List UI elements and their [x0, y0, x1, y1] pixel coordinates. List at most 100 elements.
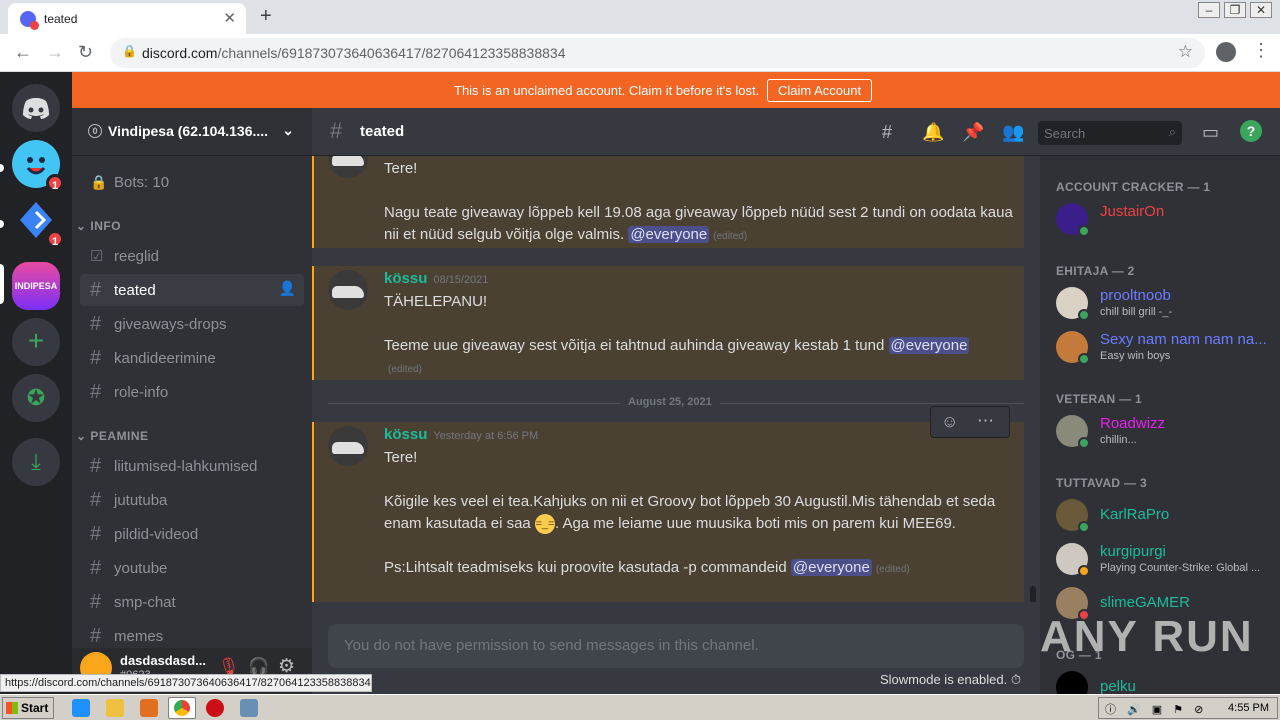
channel-label: teated — [114, 282, 156, 299]
message-item[interactable]: kössu Yesterday at 6:56 PM Tere! Kõigile … — [312, 406, 1024, 602]
channel-teated[interactable]: # teated 👤 — [80, 274, 304, 306]
restore-button[interactable]: ❐ — [1224, 2, 1246, 18]
download-apps-icon[interactable]: ⤓ — [12, 438, 60, 486]
explore-compass-icon[interactable]: ✪ — [12, 374, 60, 422]
help-icon[interactable]: ? — [1240, 120, 1262, 142]
server-header[interactable]: 0 Vindipesa (62.104.136.... ⌄ — [72, 108, 312, 156]
server-rail: 1 1 INDIPESA + ✪ ⤓ — [0, 72, 72, 694]
minimize-button[interactable]: – — [1198, 2, 1220, 18]
member-name: prooltnoob — [1100, 287, 1171, 304]
member-item[interactable]: KarlRaPro — [1048, 494, 1272, 536]
profile-avatar-icon[interactable] — [1216, 42, 1236, 62]
member-item[interactable]: kurgipurgi Playing Counter-Strike: Global… — [1048, 538, 1272, 580]
address-bar: ← → ↻ 🔒 discord.com/channels/69187307364… — [0, 34, 1280, 72]
member-item[interactable]: Roadwizz chillin... — [1048, 410, 1272, 452]
bookmark-star-icon[interactable]: ☆ — [1178, 42, 1193, 62]
pinned-messages-icon[interactable]: 📌 — [962, 122, 984, 143]
member-list-icon[interactable]: 👥 — [1002, 122, 1024, 143]
reload-icon[interactable]: ↻ — [78, 42, 93, 63]
category-info[interactable]: ⌄ INFO — [76, 219, 121, 233]
close-tab-icon[interactable]: ✕ — [223, 9, 236, 27]
channel-pildid-videod[interactable]: # pildid-videod — [80, 518, 304, 550]
start-button[interactable]: Start — [2, 697, 54, 719]
message-text: TÄHELEPANU! — [384, 293, 488, 310]
claim-account-button[interactable]: Claim Account — [767, 79, 873, 102]
member-name: pelku — [1100, 678, 1136, 694]
threads-icon[interactable]: # — [882, 122, 892, 143]
everyone-mention[interactable]: @everyone — [628, 226, 710, 243]
channel-smp-chat[interactable]: # smp-chat — [80, 586, 304, 618]
server-diamond-icon[interactable]: 1 — [12, 196, 64, 248]
scrollbar-thumb[interactable] — [1030, 586, 1036, 602]
message-composer[interactable]: You do not have permission to send messa… — [328, 624, 1024, 668]
more-options-icon[interactable]: ⋯ — [977, 411, 994, 431]
search-input[interactable]: Search ⌕ — [1038, 121, 1182, 145]
message-item[interactable]: Tere! Nagu teate giveaway lõppeb kell 19… — [312, 156, 1024, 248]
channel-role-info[interactable]: # role-info — [80, 376, 304, 408]
inbox-icon[interactable]: ▭ — [1202, 122, 1219, 143]
url-input[interactable]: 🔒 discord.com/channels/69187307364063641… — [110, 38, 1205, 68]
lock-icon: 🔒 — [122, 44, 137, 58]
avatar[interactable] — [328, 156, 368, 178]
member-category: TUTTAVAD — 3 — [1056, 476, 1147, 490]
channel-reeglid[interactable]: ☑ reeglid — [80, 240, 304, 272]
invite-member-icon[interactable]: 👤 — [279, 280, 296, 297]
close-window-button[interactable]: ✕ — [1250, 2, 1272, 18]
member-activity: Playing Counter-Strike: Global ... — [1100, 562, 1261, 574]
notification-bell-icon[interactable]: 🔔 — [922, 122, 944, 143]
member-item[interactable]: JustairOn — [1048, 198, 1272, 240]
message-author[interactable]: kössu — [384, 270, 427, 287]
channel-jututuba[interactable]: # jututuba — [80, 484, 304, 516]
channel-title: teated — [360, 123, 405, 140]
avatar[interactable] — [328, 426, 368, 466]
add-reaction-icon[interactable]: ☺ — [941, 412, 958, 432]
message-item[interactable]: kössu 08/15/2021 TÄHELEPANU! Teeme uue gi… — [312, 266, 1024, 380]
member-item[interactable]: prooltnoob chill bill grill -_- — [1048, 282, 1272, 324]
forward-icon[interactable]: → — [46, 42, 64, 63]
new-tab-button[interactable]: + — [260, 5, 272, 28]
hash-icon: # — [330, 118, 343, 143]
browser-menu-icon[interactable]: ⋮ — [1252, 40, 1270, 61]
channel-giveaways-drops[interactable]: # giveaways-drops — [80, 308, 304, 340]
everyone-mention[interactable]: @everyone — [888, 337, 970, 354]
utility-app-icon[interactable] — [240, 699, 258, 717]
server-emoji-icon[interactable]: 1 — [12, 140, 64, 192]
member-item[interactable]: pelku — [1048, 666, 1272, 694]
ie-icon[interactable] — [72, 699, 90, 717]
opera-icon[interactable] — [206, 699, 224, 717]
hash-icon: # — [90, 347, 102, 369]
member-category: EHITAJA — 2 — [1056, 264, 1135, 278]
browser-tab[interactable]: teated ✕ — [8, 3, 246, 34]
channel-liitumised-lahkumised[interactable]: # liitumised-lahkumised — [80, 450, 304, 482]
lock-icon: 🔒 — [90, 174, 108, 190]
tray-icons[interactable]: ⓘ 🔊 ▣ ⚑ ⊘ — [1105, 701, 1207, 717]
channel-kandideerimine[interactable]: # kandideerimine — [80, 342, 304, 374]
channel-bots[interactable]: 🔒 Bots: 10 — [80, 166, 304, 198]
unclaimed-account-banner: This is an unclaimed account. Claim it b… — [72, 72, 1280, 108]
discord-home-icon[interactable] — [12, 84, 60, 132]
chevron-down-icon[interactable]: ⌄ — [282, 122, 294, 139]
avatar[interactable] — [328, 270, 368, 310]
url-path: /channels/691873073640636417/82706412335… — [217, 45, 566, 61]
channel-youtube[interactable]: # youtube — [80, 552, 304, 584]
member-name: Roadwizz — [1100, 415, 1166, 432]
channel-label: liitumised-lahkumised — [114, 458, 258, 475]
member-name: KarlRaPro — [1100, 506, 1170, 523]
member-category: ACCOUNT CRACKER — 1 — [1056, 180, 1211, 194]
channel-memes[interactable]: # memes — [80, 620, 304, 648]
media-player-icon[interactable] — [140, 699, 158, 717]
channel-sidebar: 0 Vindipesa (62.104.136.... ⌄ 🔒 Bots: 10… — [72, 108, 312, 648]
windows-taskbar: Start ⓘ 🔊 ▣ ⚑ ⊘ 4:55 PM — [0, 694, 1280, 720]
member-name: JustairOn — [1100, 203, 1165, 220]
category-peamine[interactable]: ⌄ PEAMINE — [76, 429, 149, 443]
add-server-icon[interactable]: + — [12, 318, 60, 366]
back-icon[interactable]: ← — [14, 42, 32, 63]
chrome-taskbar-button[interactable] — [168, 697, 196, 719]
member-item[interactable]: Sexy nam nam nam na... Easy win boys — [1048, 326, 1272, 368]
explorer-folder-icon[interactable] — [106, 699, 124, 717]
everyone-mention[interactable]: @everyone — [790, 559, 872, 576]
member-name: kurgipurgi — [1100, 543, 1166, 560]
chrome-icon — [174, 700, 190, 716]
server-indipesa-icon[interactable]: INDIPESA — [12, 262, 60, 310]
message-author[interactable]: kössu — [384, 426, 427, 443]
